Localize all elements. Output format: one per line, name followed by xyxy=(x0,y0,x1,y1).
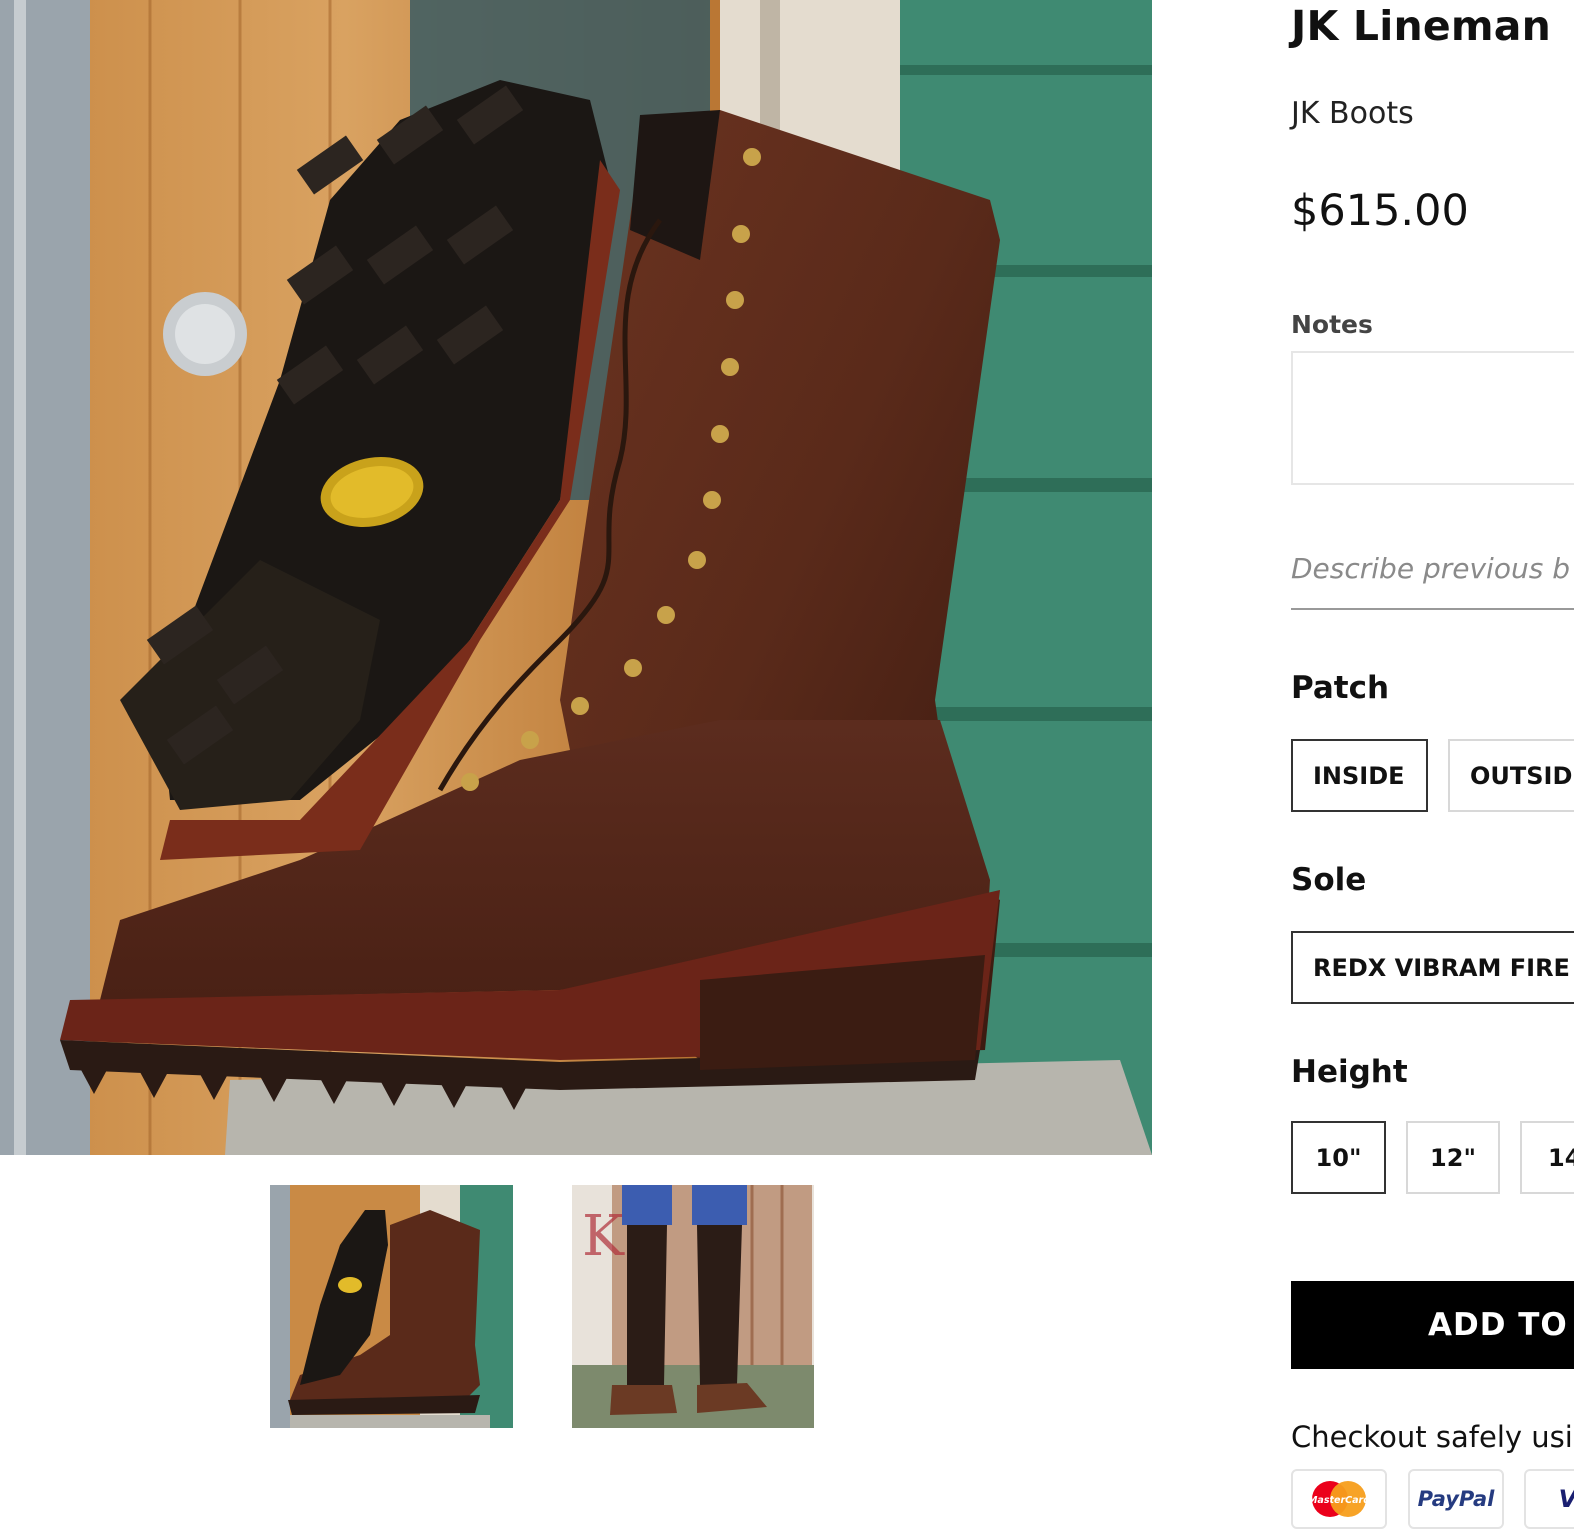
patch-option-inside[interactable]: INSIDE xyxy=(1291,739,1428,812)
thumbnail-boot-side-sole[interactable] xyxy=(270,1185,513,1428)
option-label: OUTSID xyxy=(1470,761,1573,790)
sole-option-redx-vibram-fire[interactable]: REDX VIBRAM FIRE xyxy=(1291,931,1574,1004)
notes-label: Notes xyxy=(1291,310,1373,339)
thumbnail-boots-worn[interactable]: K xyxy=(572,1185,814,1428)
patch-option-outside[interactable]: OUTSID xyxy=(1448,739,1574,812)
mastercard-logo: MasterCard xyxy=(1308,1481,1370,1517)
paypal-text: PayPal xyxy=(1417,1487,1495,1511)
product-price: $615.00 xyxy=(1291,186,1469,236)
visa-text: VIS xyxy=(1559,1485,1574,1513)
product-main-image[interactable] xyxy=(0,0,1152,1155)
patch-label: Patch xyxy=(1291,670,1390,706)
option-label: 12" xyxy=(1430,1143,1476,1172)
svg-text:K: K xyxy=(582,1204,625,1269)
option-label: INSIDE xyxy=(1313,761,1405,790)
product-vendor[interactable]: JK Boots xyxy=(1291,96,1414,131)
description-input[interactable] xyxy=(1291,528,1574,610)
height-label: Height xyxy=(1291,1054,1408,1090)
product-title: JK Lineman xyxy=(1291,2,1552,50)
thumbnail-image: K xyxy=(572,1185,814,1428)
option-label: 14 xyxy=(1548,1143,1574,1172)
mastercard-text: MasterCard xyxy=(1308,1495,1370,1506)
visa-icon: VIS xyxy=(1524,1469,1574,1529)
add-to-cart-button[interactable]: ADD TO C xyxy=(1291,1281,1574,1369)
option-label: REDX VIBRAM FIRE xyxy=(1313,953,1570,982)
height-option-12[interactable]: 12" xyxy=(1406,1121,1500,1194)
checkout-safely-text: Checkout safely usin xyxy=(1291,1420,1574,1454)
option-label: 10" xyxy=(1315,1143,1362,1172)
paypal-icon: PayPal xyxy=(1408,1469,1504,1529)
height-option-10[interactable]: 10" xyxy=(1291,1121,1386,1194)
height-option-14[interactable]: 14 xyxy=(1520,1121,1574,1194)
sole-label: Sole xyxy=(1291,862,1367,898)
boot-photo xyxy=(0,0,1152,1155)
thumbnail-image xyxy=(270,1185,513,1428)
notes-textarea[interactable] xyxy=(1291,351,1574,485)
mastercard-icon: MasterCard xyxy=(1291,1469,1387,1529)
